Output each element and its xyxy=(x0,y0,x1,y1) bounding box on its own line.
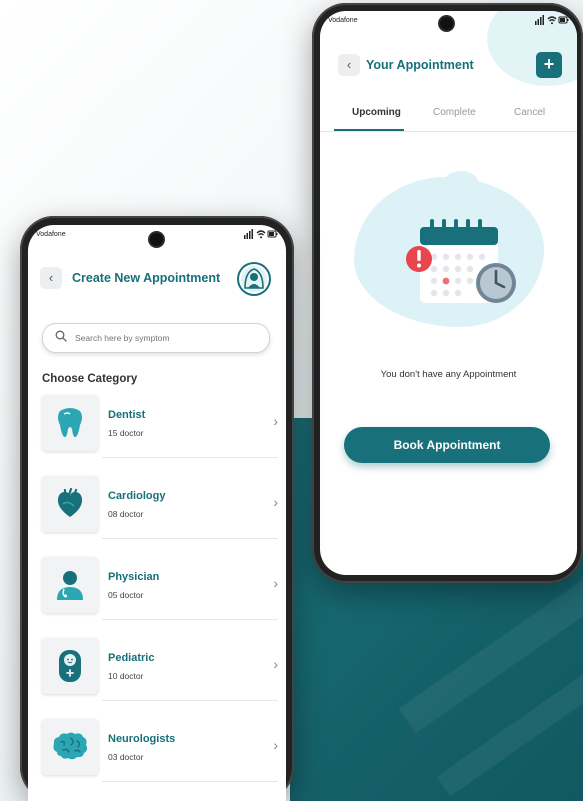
category-tile xyxy=(42,395,98,451)
divider xyxy=(102,700,278,701)
baby-icon xyxy=(59,650,81,682)
doctor-icon xyxy=(57,571,83,600)
tab-complete[interactable]: Complete xyxy=(433,107,476,118)
status-bar: Vodafone xyxy=(320,11,577,33)
book-appointment-button[interactable]: Book Appointment xyxy=(344,427,550,463)
phone-create-appointment: Vodafone ‹ Create New Appointment Search… xyxy=(20,216,294,801)
search-bar[interactable] xyxy=(42,323,270,353)
category-name: Cardiology xyxy=(108,490,166,502)
tab-divider xyxy=(320,131,577,132)
back-button[interactable]: ‹ xyxy=(338,54,360,76)
search-input[interactable] xyxy=(73,329,257,347)
brain-icon xyxy=(53,732,88,760)
chevron-right-icon: › xyxy=(273,413,278,429)
search-icon xyxy=(55,330,67,342)
screen: Vodafone ‹ Create New Appointment Search… xyxy=(28,225,286,801)
back-button[interactable]: ‹ xyxy=(40,267,62,289)
category-tile xyxy=(42,476,98,532)
category-tile xyxy=(42,638,98,694)
tab-cancel[interactable]: Cancel xyxy=(514,107,545,118)
category-count: 08 doctor xyxy=(108,509,144,519)
signal-wifi-battery-icon xyxy=(244,229,278,239)
screen: Vodafone ‹ Your Appointment + Upcoming C… xyxy=(320,11,577,575)
heart-icon xyxy=(57,488,83,517)
category-physician[interactable]: Physician 05 doctor › xyxy=(42,557,278,620)
page-title: Create New Appointment xyxy=(72,271,221,285)
category-cardiology[interactable]: Cardiology 08 doctor › xyxy=(42,476,278,539)
signal-wifi-battery-icon xyxy=(535,15,569,25)
doctor-avatar-icon[interactable] xyxy=(239,264,269,294)
plus-icon: + xyxy=(543,54,555,74)
divider xyxy=(102,619,278,620)
category-count: 10 doctor xyxy=(108,671,144,681)
category-tile xyxy=(42,557,98,613)
front-camera xyxy=(150,233,163,246)
carrier-label: Vodafone xyxy=(328,17,358,24)
category-name: Physician xyxy=(108,571,160,583)
status-icons xyxy=(244,229,278,242)
status-icons xyxy=(535,15,569,28)
divider xyxy=(102,457,278,458)
category-name: Dentist xyxy=(108,409,146,421)
tooth-icon xyxy=(58,408,82,437)
illustration-blob xyxy=(444,171,478,193)
category-name: Pediatric xyxy=(108,652,155,664)
status-bar: Vodafone xyxy=(28,225,286,247)
chevron-left-icon: ‹ xyxy=(48,270,54,285)
calendar-clock-alert-icon xyxy=(406,219,516,303)
section-title: Choose Category xyxy=(42,373,138,385)
tab-upcoming[interactable]: Upcoming xyxy=(352,107,401,118)
category-neurologists[interactable]: Neurologists 03 doctor › xyxy=(42,719,278,782)
category-count: 15 doctor xyxy=(108,428,144,438)
category-count: 03 doctor xyxy=(108,752,144,762)
carrier-label: Vodafone xyxy=(36,231,66,238)
chevron-right-icon: › xyxy=(273,575,278,591)
category-count: 05 doctor xyxy=(108,590,144,600)
chevron-right-icon: › xyxy=(273,737,278,753)
front-camera xyxy=(440,17,453,30)
chevron-right-icon: › xyxy=(273,656,278,672)
active-tab-indicator xyxy=(334,129,404,131)
divider xyxy=(102,781,278,782)
category-pediatric[interactable]: Pediatric 10 doctor › xyxy=(42,638,278,701)
category-name: Neurologists xyxy=(108,733,176,745)
page-title: Your Appointment xyxy=(366,58,474,72)
chevron-right-icon: › xyxy=(273,494,278,510)
empty-state-message: You don't have any Appointment xyxy=(380,369,517,380)
chevron-left-icon: ‹ xyxy=(346,57,352,72)
category-dentist[interactable]: Dentist 15 doctor › xyxy=(42,395,278,458)
illustration-dot xyxy=(376,255,390,269)
divider xyxy=(102,538,278,539)
category-tile xyxy=(42,719,98,775)
add-appointment-button[interactable]: + xyxy=(536,52,562,78)
phone-your-appointment: Vodafone ‹ Your Appointment + Upcoming C… xyxy=(312,3,583,583)
